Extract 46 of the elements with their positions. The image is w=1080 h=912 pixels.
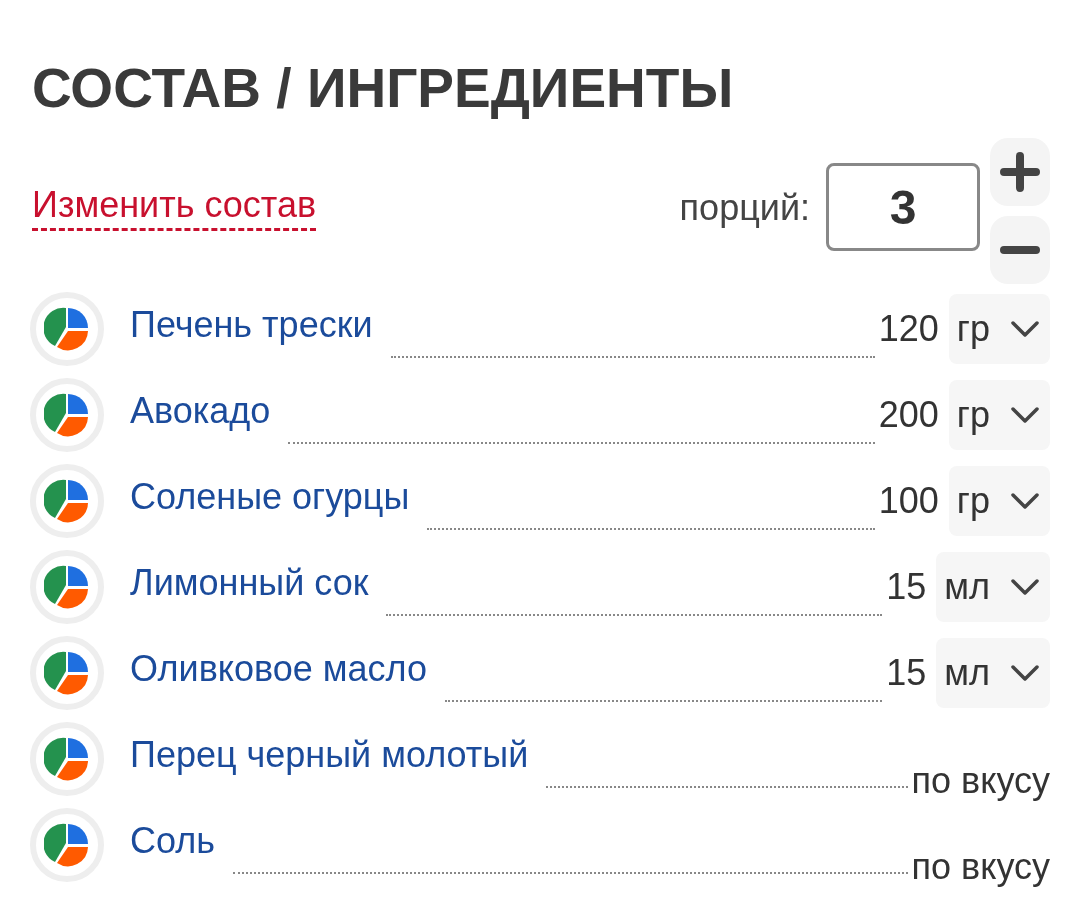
ingredient-amount: по вкусу bbox=[911, 846, 1050, 888]
ingredient-name[interactable]: Соленые огурцы bbox=[130, 476, 410, 518]
minus-button[interactable] bbox=[990, 216, 1050, 284]
servings-label: порций: bbox=[679, 187, 810, 229]
chevron-down-icon bbox=[1010, 406, 1040, 424]
unit-select[interactable]: мл bbox=[936, 638, 1050, 708]
ingredient-name[interactable]: Лимонный сок bbox=[130, 562, 369, 604]
pie-chart-icon bbox=[44, 306, 90, 352]
ingredient-amount: по вкусу bbox=[911, 760, 1050, 802]
nutrition-button[interactable] bbox=[30, 808, 104, 882]
nutrition-button[interactable] bbox=[30, 464, 104, 538]
ingredient-name[interactable]: Авокадо bbox=[130, 390, 271, 432]
chevron-down-icon bbox=[1010, 578, 1040, 596]
ingredient-name[interactable]: Печень трески bbox=[130, 304, 373, 346]
ingredient-amount: 15 bbox=[886, 652, 927, 694]
edit-link[interactable]: Изменить состав bbox=[32, 183, 317, 231]
chevron-down-icon bbox=[1010, 664, 1040, 682]
pie-chart-icon bbox=[44, 822, 90, 868]
unit-select[interactable]: гр bbox=[948, 294, 1050, 364]
section-title: СОСТАВ / ИНГРЕДИЕНТЫ bbox=[32, 56, 735, 121]
ingredient-name[interactable]: Оливковое масло bbox=[130, 648, 427, 690]
pie-chart-icon bbox=[44, 736, 90, 782]
ingredient-amount: 120 bbox=[878, 308, 939, 350]
servings-field[interactable]: 3 bbox=[826, 163, 980, 251]
pie-chart-icon bbox=[44, 478, 90, 524]
nutrition-button[interactable] bbox=[30, 292, 104, 366]
plus-icon bbox=[1000, 152, 1040, 192]
pie-chart-icon bbox=[44, 564, 90, 610]
nutrition-button[interactable] bbox=[30, 636, 104, 710]
nutrition-button[interactable] bbox=[30, 550, 104, 624]
nutrition-button[interactable] bbox=[30, 378, 104, 452]
ingredient-amount: 15 bbox=[886, 566, 927, 608]
pie-chart-icon bbox=[44, 392, 90, 438]
unit-select[interactable]: мл bbox=[936, 552, 1050, 622]
chevron-down-icon bbox=[1010, 320, 1040, 338]
pie-chart-icon bbox=[44, 650, 90, 696]
minus-icon bbox=[1000, 245, 1040, 255]
chevron-down-icon bbox=[1010, 492, 1040, 510]
ingredient-name[interactable]: Перец черный молотый bbox=[130, 734, 529, 776]
unit-select[interactable]: гр bbox=[948, 380, 1050, 450]
nutrition-button[interactable] bbox=[30, 722, 104, 796]
unit-select[interactable]: гр bbox=[948, 466, 1050, 536]
ingredient-amount: 100 bbox=[878, 480, 939, 522]
plus-button[interactable] bbox=[990, 138, 1050, 206]
ingredient-amount: 200 bbox=[878, 394, 939, 436]
ingredient-name[interactable]: Соль bbox=[130, 820, 215, 862]
